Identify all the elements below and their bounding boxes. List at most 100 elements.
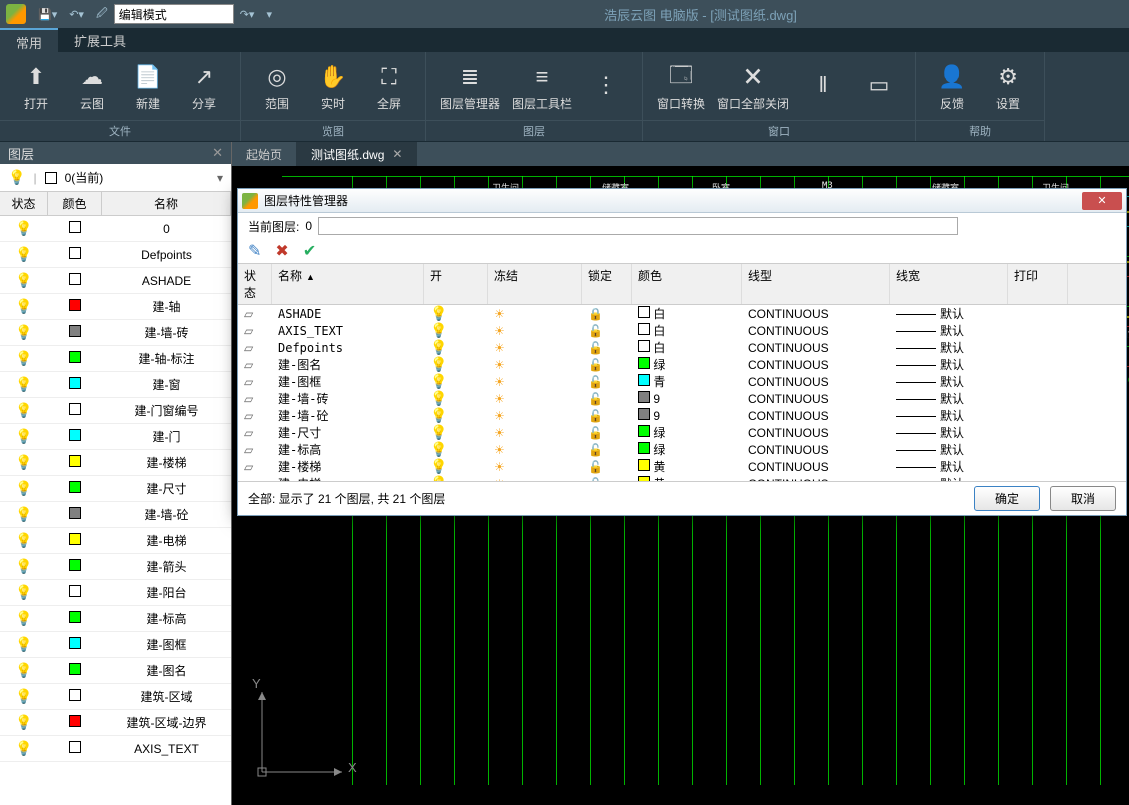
cell-linetype[interactable]: CONTINUOUS: [742, 426, 890, 440]
dialog-close-button[interactable]: ✕: [1082, 192, 1122, 210]
layer-row[interactable]: 💡建-图框: [0, 632, 231, 658]
ribbon-win-closeall-button[interactable]: 🗙窗口全部关闭: [717, 61, 789, 112]
lock-icon[interactable]: 🔓: [588, 324, 603, 338]
cell-color[interactable]: 青: [632, 373, 742, 390]
dialog-layer-row[interactable]: ▱建-墙-砖💡☀🔓 9CONTINUOUS默认: [238, 390, 1126, 407]
layer-row[interactable]: 💡建筑-区域: [0, 684, 231, 710]
layer-row[interactable]: 💡建-尺寸: [0, 476, 231, 502]
layer-row[interactable]: 💡建-窗: [0, 372, 231, 398]
layer-row[interactable]: 💡建-电梯: [0, 528, 231, 554]
layer-row[interactable]: 💡建-图名: [0, 658, 231, 684]
cell-color[interactable]: 9: [632, 408, 742, 423]
layer-row[interactable]: 💡建-门窗编号: [0, 398, 231, 424]
freeze-icon[interactable]: ☀: [494, 341, 505, 355]
doc-tab-drawing[interactable]: 测试图纸.dwg ✕: [297, 142, 417, 166]
on-icon[interactable]: 💡: [430, 390, 447, 406]
lock-icon[interactable]: 🔓: [588, 392, 603, 406]
ribbon-layer-more-button[interactable]: ⋮: [584, 69, 628, 103]
freeze-icon[interactable]: ☀: [494, 358, 505, 372]
cell-linetype[interactable]: CONTINUOUS: [742, 324, 890, 338]
cell-color[interactable]: 绿: [632, 441, 742, 458]
layer-panel-close-icon[interactable]: ✕: [212, 145, 223, 161]
cell-color[interactable]: 9: [632, 391, 742, 406]
ribbon-extent-button[interactable]: ◎范围: [255, 61, 299, 112]
freeze-icon[interactable]: ☀: [494, 443, 505, 457]
cell-lineweight[interactable]: 默认: [890, 373, 1008, 390]
dialog-layer-row[interactable]: ▱Defpoints💡☀🔓 白CONTINUOUS默认: [238, 339, 1126, 356]
hdr-linetype[interactable]: 线型: [742, 264, 890, 304]
ribbon-share-button[interactable]: ↗分享: [182, 61, 226, 112]
layer-row[interactable]: 💡建-标高: [0, 606, 231, 632]
dialog-layer-row[interactable]: ▱建-图框💡☀🔓 青CONTINUOUS默认: [238, 373, 1126, 390]
dialog-layer-row[interactable]: ▱建-楼梯💡☀🔓 黄CONTINUOUS默认: [238, 458, 1126, 475]
col-status[interactable]: 状态: [0, 192, 48, 215]
cell-color[interactable]: 黄: [632, 458, 742, 475]
hdr-name[interactable]: 名称▲: [272, 264, 424, 304]
hdr-lineweight[interactable]: 线宽: [890, 264, 1008, 304]
on-icon[interactable]: 💡: [430, 356, 447, 372]
hdr-freeze[interactable]: 冻结: [488, 264, 582, 304]
cell-lineweight[interactable]: 默认: [890, 441, 1008, 458]
hdr-print[interactable]: 打印: [1008, 264, 1068, 304]
cell-color[interactable]: 黄: [632, 475, 742, 482]
qat-undo-icon[interactable]: ↶▾: [69, 8, 84, 21]
tab-extend[interactable]: 扩展工具: [58, 28, 142, 52]
lock-icon[interactable]: 🔓: [588, 460, 603, 474]
cell-color[interactable]: 白: [632, 305, 742, 322]
delete-layer-icon[interactable]: ✖: [275, 241, 288, 261]
lock-icon[interactable]: 🔓: [588, 426, 603, 440]
hdr-on[interactable]: 开: [424, 264, 488, 304]
on-icon[interactable]: 💡: [430, 339, 447, 355]
ribbon-pan-button[interactable]: ✋实时: [311, 61, 355, 112]
layer-row[interactable]: 💡建-轴-标注: [0, 346, 231, 372]
ribbon-win-switch-button[interactable]: 🗔窗口转换: [657, 61, 705, 112]
cell-lineweight[interactable]: 默认: [890, 458, 1008, 475]
ribbon-layer-tb-button[interactable]: ≡图层工具栏: [512, 61, 572, 112]
bulb-icon[interactable]: 💡: [8, 169, 25, 186]
on-icon[interactable]: 💡: [430, 441, 447, 457]
new-layer-icon[interactable]: ✎: [248, 241, 261, 261]
cell-lineweight[interactable]: 默认: [890, 424, 1008, 441]
ribbon-new-button[interactable]: 📄新建: [126, 61, 170, 112]
ribbon-feedback-button[interactable]: 👤反馈: [930, 61, 974, 112]
doc-tab-start[interactable]: 起始页: [232, 142, 297, 166]
set-current-icon[interactable]: ✔: [303, 241, 316, 261]
layer-row[interactable]: 💡建-阳台: [0, 580, 231, 606]
on-icon[interactable]: 💡: [430, 475, 447, 482]
cell-lineweight[interactable]: 默认: [890, 390, 1008, 407]
cell-lineweight[interactable]: 默认: [890, 322, 1008, 339]
dialog-layer-row[interactable]: ▱AXIS_TEXT💡☀🔓 白CONTINUOUS默认: [238, 322, 1126, 339]
dialog-titlebar[interactable]: 图层特性管理器 ✕: [238, 189, 1126, 213]
hdr-color[interactable]: 颜色: [632, 264, 742, 304]
layer-row[interactable]: 💡建-箭头: [0, 554, 231, 580]
cell-lineweight[interactable]: 默认: [890, 356, 1008, 373]
layer-row[interactable]: 💡0: [0, 216, 231, 242]
on-icon[interactable]: 💡: [430, 373, 447, 389]
lock-icon[interactable]: 🔓: [588, 341, 603, 355]
freeze-icon[interactable]: ☀: [494, 409, 505, 423]
dialog-layer-row[interactable]: ▱建-图名💡☀🔓 绿CONTINUOUS默认: [238, 356, 1126, 373]
ribbon-settings-button[interactable]: ⚙设置: [986, 61, 1030, 112]
on-icon[interactable]: 💡: [430, 322, 447, 338]
cell-linetype[interactable]: CONTINUOUS: [742, 443, 890, 457]
cell-color[interactable]: 绿: [632, 356, 742, 373]
cell-linetype[interactable]: CONTINUOUS: [742, 460, 890, 474]
layer-row[interactable]: 💡建-轴: [0, 294, 231, 320]
freeze-icon[interactable]: ☀: [494, 426, 505, 440]
lock-icon[interactable]: 🔓: [588, 375, 603, 389]
cell-linetype[interactable]: CONTINUOUS: [742, 392, 890, 406]
tab-common[interactable]: 常用: [0, 28, 58, 52]
freeze-icon[interactable]: ☀: [494, 307, 505, 321]
layer-row[interactable]: 💡AXIS_TEXT: [0, 736, 231, 762]
dropdown-icon[interactable]: ▾: [217, 171, 223, 185]
hdr-status[interactable]: 状态: [238, 264, 272, 304]
layer-row[interactable]: 💡建-墙-砼: [0, 502, 231, 528]
ribbon-cloud-button[interactable]: ☁云图: [70, 61, 114, 112]
layer-row[interactable]: 💡建-楼梯: [0, 450, 231, 476]
dialog-filter-input[interactable]: [318, 217, 958, 235]
dialog-layer-row[interactable]: ▱ASHADE💡☀🔒 白CONTINUOUS默认: [238, 305, 1126, 322]
cell-color[interactable]: 白: [632, 322, 742, 339]
cell-lineweight[interactable]: 默认: [890, 339, 1008, 356]
freeze-icon[interactable]: ☀: [494, 324, 505, 338]
on-icon[interactable]: 💡: [430, 305, 447, 321]
